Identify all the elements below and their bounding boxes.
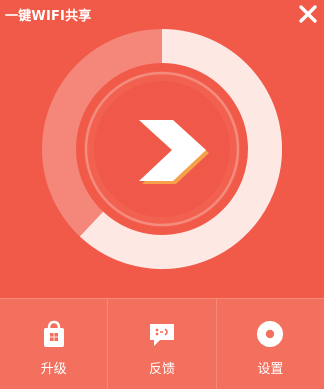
- chat-bubble-icon: [149, 324, 174, 346]
- settings-label: 设置: [257, 362, 284, 377]
- upgrade-button[interactable]: 升级: [0, 299, 107, 389]
- app-title: 一键WIFI共享: [5, 9, 92, 24]
- store-bag-icon: [43, 320, 64, 347]
- bottom-toolbar: 升级 反馈 设置: [0, 298, 324, 389]
- close-icon: [299, 5, 317, 23]
- upgrade-label: 升级: [40, 362, 67, 377]
- gear-icon: [257, 321, 284, 347]
- feedback-button[interactable]: 反馈: [107, 299, 215, 389]
- close-button[interactable]: [296, 2, 320, 26]
- share-dial: [42, 29, 282, 269]
- feedback-label: 反馈: [148, 362, 175, 377]
- settings-button[interactable]: 设置: [215, 299, 324, 389]
- start-share-button[interactable]: [94, 81, 230, 217]
